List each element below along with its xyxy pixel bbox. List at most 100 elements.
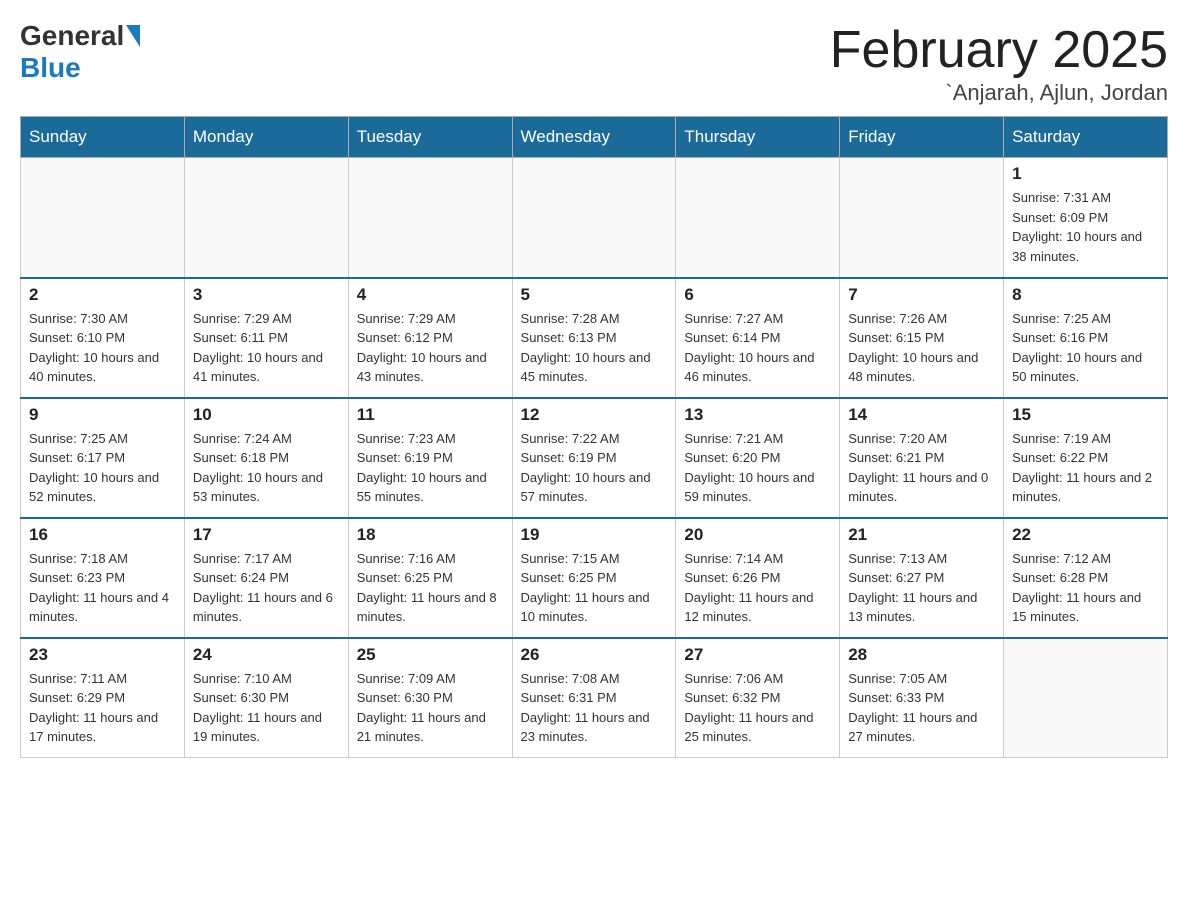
day-info: Sunrise: 7:08 AM Sunset: 6:31 PM Dayligh… <box>521 669 668 747</box>
calendar-cell <box>512 158 676 278</box>
title-section: February 2025 `Anjarah, Ajlun, Jordan <box>830 20 1168 106</box>
calendar-cell: 26 Sunrise: 7:08 AM Sunset: 6:31 PM Dayli… <box>512 638 676 758</box>
day-info: Sunrise: 7:18 AM Sunset: 6:23 PM Dayligh… <box>29 549 176 627</box>
day-number: 1 <box>1012 164 1159 184</box>
calendar-cell: 28 Sunrise: 7:05 AM Sunset: 6:33 PM Dayli… <box>840 638 1004 758</box>
day-info: Sunrise: 7:06 AM Sunset: 6:32 PM Dayligh… <box>684 669 831 747</box>
calendar-cell: 21Sunrise: 7:13 AM Sunset: 6:27 PM Dayli… <box>840 518 1004 638</box>
calendar-cell: 19Sunrise: 7:15 AM Sunset: 6:25 PM Dayli… <box>512 518 676 638</box>
day-number: 4 <box>357 285 504 305</box>
day-header-thursday: Thursday <box>676 117 840 158</box>
calendar-cell <box>840 158 1004 278</box>
logo-blue-text: Blue <box>20 52 81 84</box>
day-number: 13 <box>684 405 831 425</box>
calendar-cell <box>676 158 840 278</box>
calendar-cell: 13Sunrise: 7:21 AM Sunset: 6:20 PM Dayli… <box>676 398 840 518</box>
day-header-friday: Friday <box>840 117 1004 158</box>
day-info: Sunrise: 7:25 AM Sunset: 6:17 PM Dayligh… <box>29 429 176 507</box>
day-number: 23 <box>29 645 176 665</box>
page-header: General Blue February 2025 `Anjarah, Ajl… <box>20 20 1168 106</box>
day-info: Sunrise: 7:14 AM Sunset: 6:26 PM Dayligh… <box>684 549 831 627</box>
calendar-cell: 7Sunrise: 7:26 AM Sunset: 6:15 PM Daylig… <box>840 278 1004 398</box>
logo: General Blue <box>20 20 142 84</box>
day-info: Sunrise: 7:16 AM Sunset: 6:25 PM Dayligh… <box>357 549 504 627</box>
day-info: Sunrise: 7:31 AM Sunset: 6:09 PM Dayligh… <box>1012 188 1159 266</box>
calendar-cell: 22 Sunrise: 7:12 AM Sunset: 6:28 PM Dayli… <box>1004 518 1168 638</box>
location-subtitle: `Anjarah, Ajlun, Jordan <box>830 80 1168 106</box>
day-info: Sunrise: 7:30 AM Sunset: 6:10 PM Dayligh… <box>29 309 176 387</box>
day-info: Sunrise: 7:17 AM Sunset: 6:24 PM Dayligh… <box>193 549 340 627</box>
calendar-cell <box>184 158 348 278</box>
calendar-cell: 1 Sunrise: 7:31 AM Sunset: 6:09 PM Daylig… <box>1004 158 1168 278</box>
day-number: 14 <box>848 405 995 425</box>
month-title: February 2025 <box>830 20 1168 80</box>
day-number: 21 <box>848 525 995 545</box>
calendar-cell <box>21 158 185 278</box>
calendar-cell: 11 Sunrise: 7:23 AM Sunset: 6:19 PM Dayli… <box>348 398 512 518</box>
day-header-tuesday: Tuesday <box>348 117 512 158</box>
day-header-wednesday: Wednesday <box>512 117 676 158</box>
day-info: Sunrise: 7:25 AM Sunset: 6:16 PM Dayligh… <box>1012 309 1159 387</box>
calendar-cell: 5 Sunrise: 7:28 AM Sunset: 6:13 PM Daylig… <box>512 278 676 398</box>
day-number: 12 <box>521 405 668 425</box>
calendar-cell: 10 Sunrise: 7:24 AM Sunset: 6:18 PM Dayli… <box>184 398 348 518</box>
day-number: 17 <box>193 525 340 545</box>
day-info: Sunrise: 7:12 AM Sunset: 6:28 PM Dayligh… <box>1012 549 1159 627</box>
week-row-4: 16Sunrise: 7:18 AM Sunset: 6:23 PM Dayli… <box>21 518 1168 638</box>
day-info: Sunrise: 7:29 AM Sunset: 6:11 PM Dayligh… <box>193 309 340 387</box>
calendar-table: SundayMondayTuesdayWednesdayThursdayFrid… <box>20 116 1168 758</box>
calendar-cell: 8 Sunrise: 7:25 AM Sunset: 6:16 PM Daylig… <box>1004 278 1168 398</box>
week-row-3: 9 Sunrise: 7:25 AM Sunset: 6:17 PM Daylig… <box>21 398 1168 518</box>
calendar-cell: 20 Sunrise: 7:14 AM Sunset: 6:26 PM Dayli… <box>676 518 840 638</box>
day-number: 15 <box>1012 405 1159 425</box>
logo-general-text: General <box>20 20 124 52</box>
day-number: 22 <box>1012 525 1159 545</box>
day-header-sunday: Sunday <box>21 117 185 158</box>
day-number: 2 <box>29 285 176 305</box>
day-number: 5 <box>521 285 668 305</box>
calendar-cell: 6 Sunrise: 7:27 AM Sunset: 6:14 PM Daylig… <box>676 278 840 398</box>
calendar-header-row: SundayMondayTuesdayWednesdayThursdayFrid… <box>21 117 1168 158</box>
day-number: 20 <box>684 525 831 545</box>
day-info: Sunrise: 7:27 AM Sunset: 6:14 PM Dayligh… <box>684 309 831 387</box>
day-number: 24 <box>193 645 340 665</box>
day-number: 19 <box>521 525 668 545</box>
day-number: 18 <box>357 525 504 545</box>
day-number: 9 <box>29 405 176 425</box>
day-info: Sunrise: 7:09 AM Sunset: 6:30 PM Dayligh… <box>357 669 504 747</box>
calendar-cell: 23 Sunrise: 7:11 AM Sunset: 6:29 PM Dayli… <box>21 638 185 758</box>
calendar-cell: 4Sunrise: 7:29 AM Sunset: 6:12 PM Daylig… <box>348 278 512 398</box>
calendar-cell: 17 Sunrise: 7:17 AM Sunset: 6:24 PM Dayli… <box>184 518 348 638</box>
day-number: 28 <box>848 645 995 665</box>
day-info: Sunrise: 7:28 AM Sunset: 6:13 PM Dayligh… <box>521 309 668 387</box>
calendar-cell: 3 Sunrise: 7:29 AM Sunset: 6:11 PM Daylig… <box>184 278 348 398</box>
day-info: Sunrise: 7:11 AM Sunset: 6:29 PM Dayligh… <box>29 669 176 747</box>
calendar-cell: 18 Sunrise: 7:16 AM Sunset: 6:25 PM Dayli… <box>348 518 512 638</box>
calendar-cell: 27 Sunrise: 7:06 AM Sunset: 6:32 PM Dayli… <box>676 638 840 758</box>
day-number: 26 <box>521 645 668 665</box>
day-number: 10 <box>193 405 340 425</box>
logo-triangle-icon <box>126 25 140 47</box>
day-info: Sunrise: 7:22 AM Sunset: 6:19 PM Dayligh… <box>521 429 668 507</box>
day-info: Sunrise: 7:26 AM Sunset: 6:15 PM Dayligh… <box>848 309 995 387</box>
day-info: Sunrise: 7:05 AM Sunset: 6:33 PM Dayligh… <box>848 669 995 747</box>
week-row-5: 23 Sunrise: 7:11 AM Sunset: 6:29 PM Dayli… <box>21 638 1168 758</box>
day-number: 27 <box>684 645 831 665</box>
calendar-cell: 15 Sunrise: 7:19 AM Sunset: 6:22 PM Dayli… <box>1004 398 1168 518</box>
day-number: 8 <box>1012 285 1159 305</box>
day-info: Sunrise: 7:19 AM Sunset: 6:22 PM Dayligh… <box>1012 429 1159 507</box>
calendar-cell: 9 Sunrise: 7:25 AM Sunset: 6:17 PM Daylig… <box>21 398 185 518</box>
day-info: Sunrise: 7:10 AM Sunset: 6:30 PM Dayligh… <box>193 669 340 747</box>
calendar-cell: 2 Sunrise: 7:30 AM Sunset: 6:10 PM Daylig… <box>21 278 185 398</box>
day-number: 3 <box>193 285 340 305</box>
day-number: 6 <box>684 285 831 305</box>
day-number: 11 <box>357 405 504 425</box>
calendar-cell <box>1004 638 1168 758</box>
calendar-cell: 12 Sunrise: 7:22 AM Sunset: 6:19 PM Dayli… <box>512 398 676 518</box>
day-info: Sunrise: 7:23 AM Sunset: 6:19 PM Dayligh… <box>357 429 504 507</box>
day-info: Sunrise: 7:24 AM Sunset: 6:18 PM Dayligh… <box>193 429 340 507</box>
calendar-cell <box>348 158 512 278</box>
calendar-cell: 24 Sunrise: 7:10 AM Sunset: 6:30 PM Dayli… <box>184 638 348 758</box>
day-number: 25 <box>357 645 504 665</box>
day-info: Sunrise: 7:20 AM Sunset: 6:21 PM Dayligh… <box>848 429 995 507</box>
